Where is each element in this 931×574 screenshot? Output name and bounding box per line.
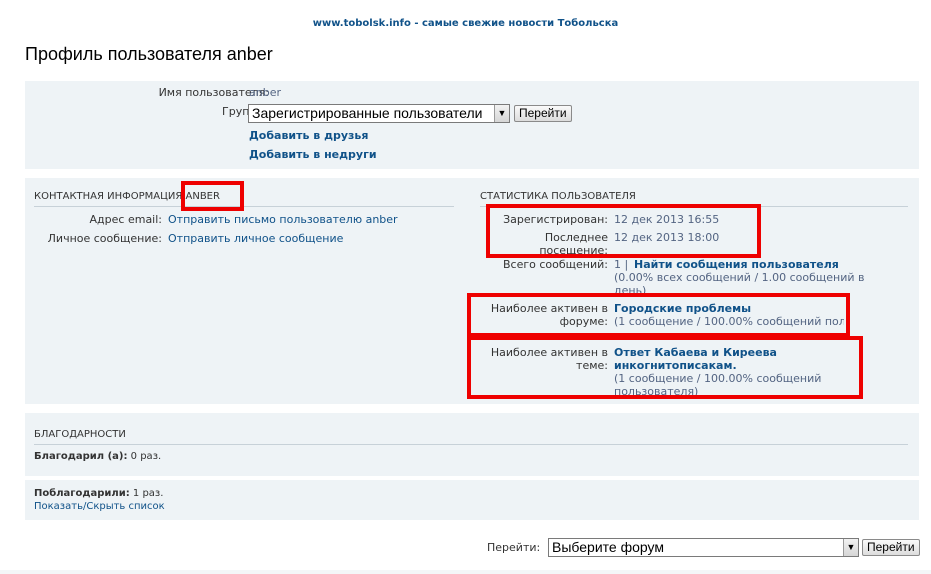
thanks-gave-label: Благодарил (а): <box>34 451 128 462</box>
total-posts-value: 1 | <box>614 258 629 271</box>
jumpbox-label: Перейти: <box>487 541 541 554</box>
contact-heading: КОНТАКТНАЯ ИНФОРМАЦИЯ ANBER <box>34 191 454 207</box>
dropdown-arrow-icon: ▼ <box>494 105 509 122</box>
page-title: Профиль пользователя anber <box>25 44 273 64</box>
user-info-panel: Имя пользователя: anber Группы: Зарегист… <box>25 81 919 169</box>
page-bottom-fold <box>0 570 931 574</box>
groups-select[interactable]: Зарегистрированные пользователи ▼ <box>248 104 510 123</box>
highlight-active-forum-box <box>467 293 850 337</box>
dropdown-arrow-icon: ▼ <box>843 539 858 556</box>
send-email-link[interactable]: Отправить письмо пользователю anber <box>168 213 398 226</box>
thanks-gave-value: 0 раз. <box>130 451 162 462</box>
pm-label: Личное сообщение: <box>47 232 162 245</box>
thanks-received-value: 1 раз. <box>132 488 164 499</box>
jumpbox-select[interactable]: Выберите форум ▼ <box>548 538 859 557</box>
email-label: Адрес email: <box>89 213 162 226</box>
send-pm-link[interactable]: Отправить личное сообщение <box>168 232 343 245</box>
add-foe-link[interactable]: Добавить в недруги <box>249 148 377 161</box>
total-posts-label: Всего сообщений: <box>503 258 608 271</box>
highlight-username-box <box>181 181 244 211</box>
username-value: anber <box>249 86 281 99</box>
groups-select-value: Зарегистрированные пользователи <box>252 105 483 121</box>
groups-go-button[interactable]: Перейти <box>514 105 572 122</box>
top-edge-fragment <box>420 0 760 3</box>
site-header-link[interactable]: www.tobolsk.info - самые свежие новости … <box>0 18 931 29</box>
jumpbox-select-value: Выберите форум <box>552 539 664 555</box>
highlight-active-topic-box <box>467 336 863 399</box>
thanks-heading: БЛАГОДАРНОСТИ <box>34 429 908 445</box>
thanks-panel: БЛАГОДАРНОСТИ Благодарил (а): 0 раз. <box>25 413 919 476</box>
find-posts-link[interactable]: Найти сообщения пользователя <box>634 258 839 271</box>
add-friend-link[interactable]: Добавить в друзья <box>249 129 368 142</box>
thanks-received-row: Поблагодарили: 1 раз. <box>34 487 163 500</box>
highlight-dates-box <box>486 204 761 258</box>
thanks-gave-row: Благодарил (а): 0 раз. <box>34 450 161 463</box>
toggle-thanks-list-link[interactable]: Показать/Скрыть список <box>34 500 165 513</box>
posts-detail-line1: (0.00% всех сообщений / 1.00 сообщений в <box>614 271 865 284</box>
jumpbox-go-button[interactable]: Перейти <box>862 539 920 556</box>
thanked-panel: Поблагодарили: 1 раз. Показать/Скрыть сп… <box>25 480 919 520</box>
thanks-received-label: Поблагодарили: <box>34 488 130 499</box>
